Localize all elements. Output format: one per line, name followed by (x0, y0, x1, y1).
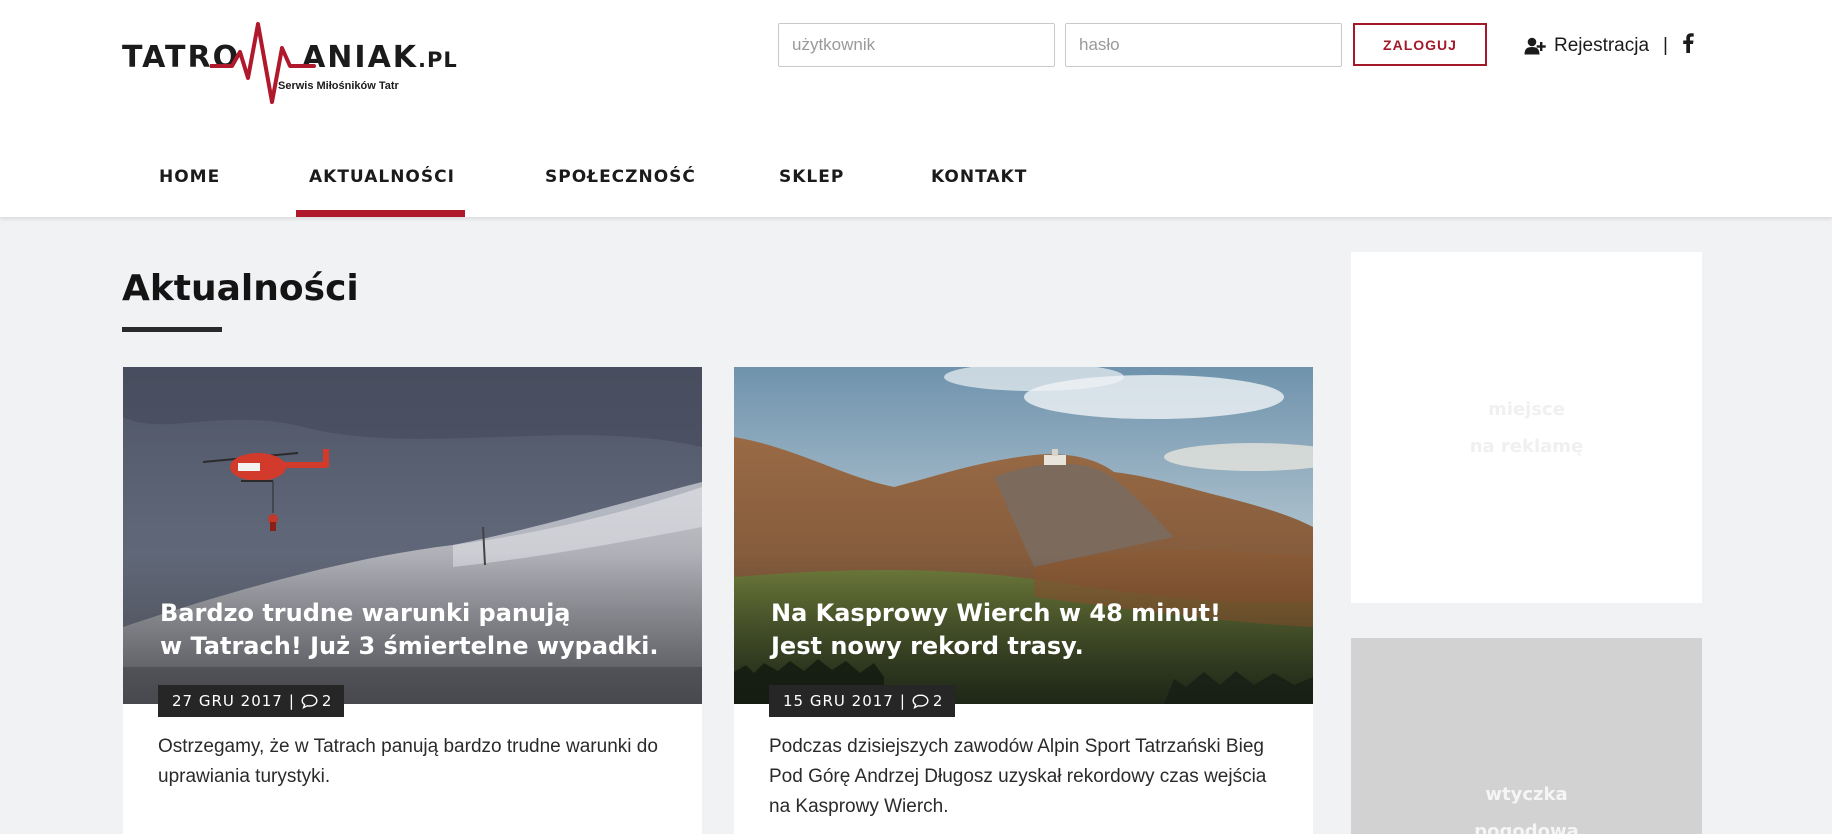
logo-tagline: Serwis Miłośników Tatr (278, 80, 399, 92)
article-meta: 27 GRU 2017 | 2 (158, 685, 345, 717)
nav-item-kontakt[interactable]: KONTAKT (931, 155, 1027, 217)
article-date: 15 GRU 2017 (783, 692, 894, 710)
title-underline (122, 327, 222, 332)
register-area: Rejestracja | (1524, 33, 1694, 59)
nav-item-label: SPOŁECZNOŚĆ (545, 167, 696, 187)
weather-line-1: wtyczka (1485, 784, 1568, 805)
article-date: 27 GRU 2017 (172, 692, 283, 710)
nav-item-sklep[interactable]: SKLEP (779, 155, 844, 217)
site-header: TATROANIAK.PL Serwis Miłośników Tatr ZAL… (0, 0, 1832, 217)
article-excerpt: Podczas dzisiejszych zawodów Alpin Sport… (769, 736, 1267, 817)
weather-line-2: pogodowa (1474, 821, 1579, 834)
nav-item-home[interactable]: HOME (159, 155, 220, 217)
nav-item-label: AKTUALNOŚCI (309, 167, 455, 187)
nav-item-label: KONTAKT (931, 167, 1028, 187)
comment-icon (301, 693, 318, 709)
article-title[interactable]: Na Kasprowy Wierch w 48 minut! Jest nowy… (771, 597, 1291, 663)
header-separator: | (1663, 35, 1668, 56)
article-card[interactable]: Na Kasprowy Wierch w 48 minut! Jest nowy… (734, 367, 1313, 834)
article-title[interactable]: Bardzo trudne warunki panują w Tatrach! … (160, 597, 680, 663)
facebook-link[interactable] (1682, 33, 1694, 59)
article-excerpt: Ostrzegamy, że w Tatrach panują bardzo t… (158, 736, 658, 787)
username-input[interactable] (778, 23, 1055, 67)
meta-separator: | (288, 692, 295, 710)
site-logo[interactable]: TATRO ANIAK.PL Serwis Miłośników Tatr (122, 18, 457, 108)
ad-line-2: na reklamę (1469, 435, 1584, 457)
comment-icon (912, 693, 929, 709)
ad-line-1: miejsce (1488, 398, 1565, 420)
facebook-icon (1683, 33, 1694, 53)
comment-count: 2 (321, 692, 333, 710)
main-nav: HOME AKTUALNOŚCI SPOŁECZNOŚĆ SKLEP KONTA… (0, 155, 1832, 217)
register-link[interactable]: Rejestracja (1554, 35, 1649, 57)
article-card[interactable]: Bardzo trudne warunki panują w Tatrach! … (123, 367, 702, 834)
user-plus-icon (1524, 37, 1546, 55)
nav-item-label: HOME (159, 167, 221, 187)
login-button[interactable]: ZALOGUJ (1353, 23, 1487, 66)
heartbeat-m-icon (210, 22, 316, 104)
page-title: Aktualności (122, 268, 359, 309)
password-input[interactable] (1065, 23, 1342, 67)
weather-widget-placeholder: wtyczka pogodowa (1351, 638, 1702, 834)
nav-item-label: SKLEP (779, 167, 845, 187)
logo-domain: .PL (418, 48, 458, 72)
nav-item-spolecznosc[interactable]: SPOŁECZNOŚĆ (545, 155, 696, 217)
meta-separator: | (899, 692, 906, 710)
nav-item-aktualnosci[interactable]: AKTUALNOŚCI (296, 155, 465, 217)
comment-count: 2 (932, 692, 944, 710)
ad-placeholder: miejsce na reklamę (1351, 252, 1702, 603)
article-meta: 15 GRU 2017 | 2 (769, 685, 956, 717)
